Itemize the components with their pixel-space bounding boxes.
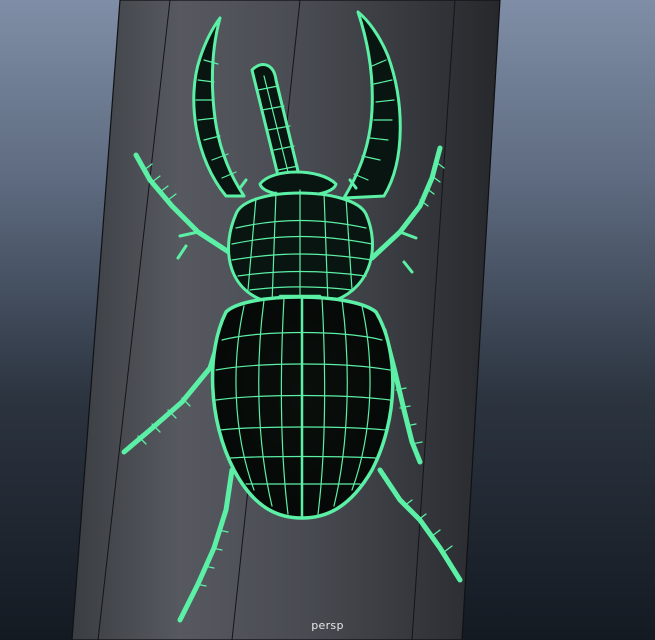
camera-name-label: persp xyxy=(311,619,344,632)
scene-3d[interactable] xyxy=(0,0,655,640)
persp-viewport[interactable]: persp xyxy=(0,0,655,640)
pronotum xyxy=(227,189,374,309)
